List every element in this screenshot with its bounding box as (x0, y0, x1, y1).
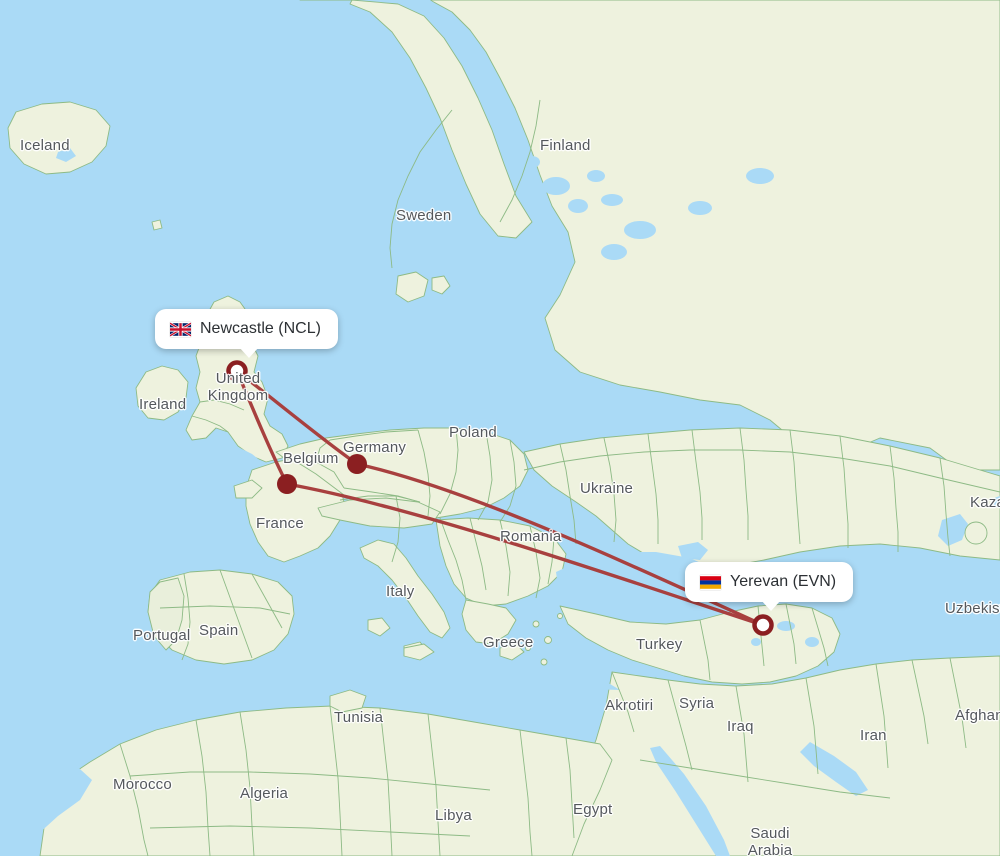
uk-flag-icon (170, 321, 191, 337)
flight-route-map[interactable]: .land{fill:#eef2de;stroke:#8dba85;stroke… (0, 0, 1000, 856)
yerevan-marker[interactable] (752, 614, 774, 636)
paris-marker[interactable] (277, 474, 297, 494)
tooltip-newcastle[interactable]: Newcastle (NCL) (155, 309, 338, 358)
armenia-flag-icon (700, 575, 721, 590)
tooltip-newcastle-label: Newcastle (NCL) (200, 320, 321, 337)
newcastle-marker[interactable] (226, 360, 248, 382)
flight-routes-layer (226, 360, 774, 636)
tooltip-tail (761, 600, 781, 611)
tooltip-tail (239, 347, 259, 358)
route-paris-yerevan (285, 482, 765, 627)
frankfurt-marker[interactable] (347, 454, 367, 474)
tooltip-yerevan-label: Yerevan (EVN) (730, 573, 837, 590)
route-newcastle-paris (235, 369, 289, 486)
tooltip-yerevan[interactable]: Yerevan (EVN) (685, 562, 854, 611)
